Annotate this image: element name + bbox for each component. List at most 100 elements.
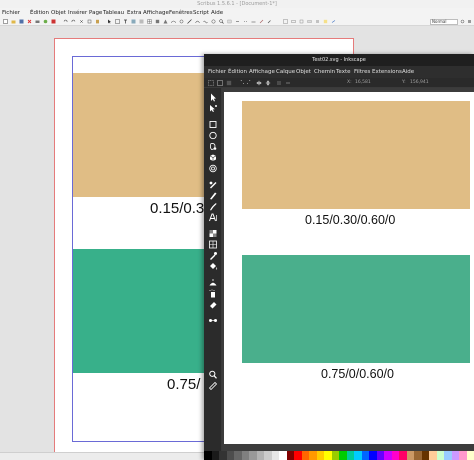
flip-vertical-icon[interactable]: [265, 80, 271, 86]
preflight-icon[interactable]: [43, 19, 48, 24]
palette-swatch[interactable]: [301, 451, 309, 460]
palette-swatch[interactable]: [316, 451, 324, 460]
copy-properties-icon[interactable]: [259, 19, 264, 24]
paint-bucket-icon[interactable]: [208, 262, 218, 271]
inkscape-menu-fichier[interactable]: Fichier: [208, 66, 226, 78]
scribus-label-top[interactable]: 0.15/0.3: [150, 200, 204, 217]
pdf-combobox-icon[interactable]: [307, 19, 312, 24]
palette-swatch[interactable]: [406, 451, 414, 460]
measure-icon[interactable]: [251, 19, 256, 24]
pdf-listbox-icon[interactable]: [315, 19, 320, 24]
link-frames-icon[interactable]: [235, 19, 240, 24]
copy-icon[interactable]: [87, 19, 92, 24]
palette-swatch[interactable]: [256, 451, 264, 460]
scribus-menu-affichage[interactable]: Affichage: [143, 8, 169, 18]
spray-icon[interactable]: [208, 289, 218, 298]
palette-swatch[interactable]: [219, 451, 227, 460]
preview-mode-icon[interactable]: [460, 19, 465, 24]
eraser-icon[interactable]: [208, 300, 218, 309]
palette-swatch[interactable]: [391, 451, 399, 460]
pen-icon[interactable]: [208, 191, 218, 200]
export-pdf-icon[interactable]: [51, 19, 56, 24]
palette-swatch[interactable]: [294, 451, 302, 460]
pdf-link-annotation-icon[interactable]: [331, 19, 336, 24]
gradient-icon[interactable]: [208, 229, 218, 238]
inkscape-menu-filtres[interactable]: Filtres: [354, 66, 370, 78]
edit-text-icon[interactable]: [227, 19, 232, 24]
rotate-ccw-icon[interactable]: [238, 80, 244, 86]
palette-swatch[interactable]: [339, 451, 347, 460]
flip-horizontal-icon[interactable]: [256, 80, 262, 86]
image-frame-icon[interactable]: [131, 19, 136, 24]
freehand-icon[interactable]: [203, 19, 208, 24]
line-icon[interactable]: [187, 19, 192, 24]
spiral-icon[interactable]: [179, 19, 184, 24]
inkscape-menu-objet[interactable]: Objet: [296, 66, 311, 78]
palette-swatch[interactable]: [429, 451, 437, 460]
selector-icon[interactable]: [208, 93, 218, 102]
scribus-beige-rectangle[interactable]: [73, 73, 213, 197]
dropper-icon[interactable]: [208, 251, 218, 260]
inkscape-menu-extensions[interactable]: Extensions: [372, 66, 402, 78]
paste-icon[interactable]: [95, 19, 100, 24]
rect-icon[interactable]: [208, 120, 218, 129]
new-document-icon[interactable]: [3, 19, 8, 24]
scribus-menu-tableau[interactable]: Tableau: [103, 8, 124, 18]
scribus-menu-fenetres[interactable]: Fenêtres: [169, 8, 193, 18]
inkscape-label-bottom[interactable]: 0.75/0/0.60/0: [321, 367, 394, 381]
inkscape-menu-affichage[interactable]: Affichage: [249, 66, 275, 78]
inkscape-green-rectangle[interactable]: [242, 255, 470, 363]
palette-swatch[interactable]: [249, 451, 257, 460]
palette-swatch[interactable]: [361, 451, 369, 460]
select-all-icon[interactable]: [208, 80, 214, 86]
view-mode-select[interactable]: Normal: [430, 19, 458, 25]
star-icon[interactable]: [208, 142, 218, 151]
raise-to-top-icon[interactable]: [276, 80, 282, 86]
scribus-menu-script[interactable]: Script: [193, 8, 209, 18]
palette-swatch[interactable]: [264, 451, 272, 460]
palette-swatch[interactable]: [286, 451, 294, 460]
scribus-menu-edition[interactable]: Édition: [30, 8, 49, 18]
unlink-frames-icon[interactable]: [243, 19, 248, 24]
save-document-icon[interactable]: [19, 19, 24, 24]
inkscape-label-top[interactable]: 0.15/0.30/0.60/0: [305, 213, 395, 227]
deselect-icon[interactable]: [226, 80, 232, 86]
pencil-icon[interactable]: [208, 180, 218, 189]
arc-icon[interactable]: [171, 19, 176, 24]
node-icon[interactable]: [208, 104, 218, 113]
eyedropper-icon[interactable]: [267, 19, 272, 24]
palette-swatch[interactable]: [459, 451, 467, 460]
undo-icon[interactable]: [63, 19, 68, 24]
text-tool-icon[interactable]: [123, 19, 128, 24]
cut-icon[interactable]: [79, 19, 84, 24]
inkscape-beige-rectangle[interactable]: [242, 101, 470, 209]
3dbox-icon[interactable]: [208, 153, 218, 162]
edit-mode-icon[interactable]: [467, 19, 472, 24]
palette-swatch[interactable]: [241, 451, 249, 460]
palette-swatch[interactable]: [204, 451, 212, 460]
print-icon[interactable]: [35, 19, 40, 24]
text-frame-icon[interactable]: [115, 19, 120, 24]
circle-icon[interactable]: [208, 131, 218, 140]
scribus-menu-page[interactable]: Page: [89, 8, 102, 18]
scribus-menu-objet[interactable]: Objet: [51, 8, 66, 18]
scribus-menu-fichier[interactable]: Fichier: [2, 8, 20, 18]
redo-icon[interactable]: [71, 19, 76, 24]
pdf-button-icon[interactable]: [283, 19, 288, 24]
palette-swatch[interactable]: [309, 451, 317, 460]
pdf-checkbox-icon[interactable]: [299, 19, 304, 24]
calligraphy-icon[interactable]: [208, 202, 218, 211]
palette-swatch[interactable]: [451, 451, 459, 460]
palette-swatch[interactable]: [346, 451, 354, 460]
text-icon[interactable]: [208, 213, 218, 222]
palette-swatch[interactable]: [211, 451, 219, 460]
palette-swatch[interactable]: [331, 451, 339, 460]
palette-swatch[interactable]: [234, 451, 242, 460]
palette-swatch[interactable]: [421, 451, 429, 460]
mesh-icon[interactable]: [208, 240, 218, 249]
open-document-icon[interactable]: [11, 19, 16, 24]
scribus-menu-extra[interactable]: Extra: [127, 8, 142, 18]
tweak-icon[interactable]: [208, 278, 218, 287]
render-frame-icon[interactable]: [139, 19, 144, 24]
inkscape-menu-chemin[interactable]: Chemin: [314, 66, 335, 78]
